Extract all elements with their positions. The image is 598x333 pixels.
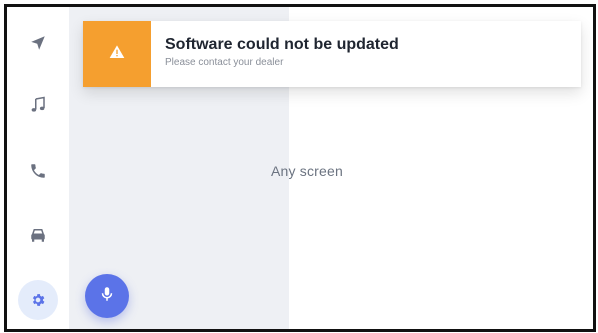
sidebar-item-music[interactable] [7,83,69,127]
warning-accent [83,21,151,87]
sidebar-rail [7,7,69,329]
warning-triangle-icon [109,44,125,65]
notification-title: Software could not be updated [165,36,399,53]
notification-subtitle: Please contact your dealer [165,57,284,68]
notification-text: Software could not be updated Please con… [151,21,399,87]
sidebar-item-vehicle[interactable] [7,213,69,257]
voice-button[interactable] [85,274,129,318]
sidebar-item-settings[interactable] [7,278,69,322]
car-icon [29,226,47,244]
sidebar-item-navigation[interactable] [7,21,69,65]
placeholder-text: Any screen [270,163,344,179]
active-indicator [18,280,58,320]
gear-icon [30,292,46,308]
microphone-icon [98,285,116,308]
screen-frame: Any screen Software could not be updated… [4,4,596,332]
music-note-icon [29,96,47,114]
phone-icon [29,162,47,180]
navigation-arrow-icon [29,34,47,52]
sidebar-item-phone[interactable] [7,149,69,193]
notification-banner[interactable]: Software could not be updated Please con… [83,21,581,87]
